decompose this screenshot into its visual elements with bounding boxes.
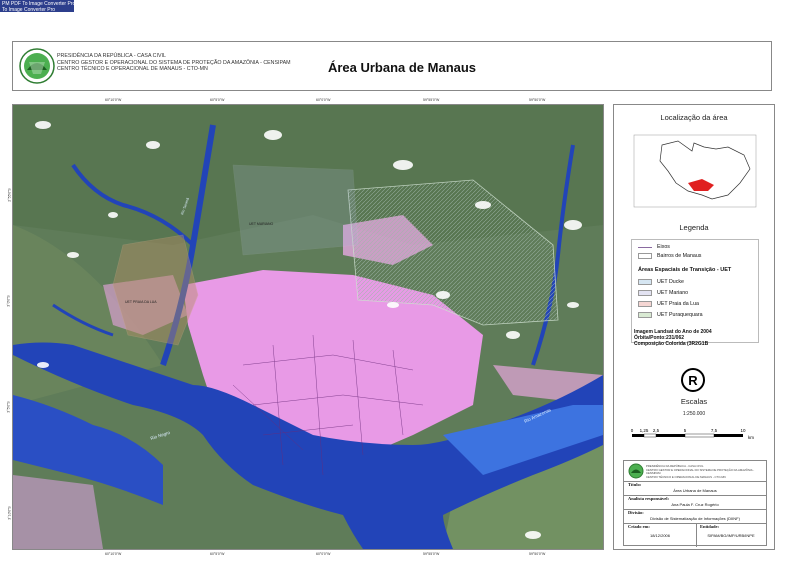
swatch-icon: [638, 301, 652, 307]
legend-item-praia-da-lua: UET Praia da Lua: [638, 301, 699, 307]
image-info-line: Composição Colorida (3R2G1B: [634, 341, 709, 347]
line-swatch-icon: [638, 246, 652, 248]
svg-text:0: 0: [631, 428, 634, 433]
legend-label: Eixos: [657, 244, 670, 250]
location-title: Localização da área: [660, 113, 728, 122]
image-info: Imagem Landsat do Ano de 2004 Órbita/Pon…: [634, 329, 712, 347]
footer-info-box: PRESIDÊNCIA DA REPÚBLICA - CASA CIVIL CE…: [623, 460, 767, 547]
top-tick-label: 59°55'0"W: [423, 98, 440, 102]
legend-label: UET Mariano: [657, 290, 689, 296]
footer-analyst-row: Analista responsável: Ana Paula F. Cruz …: [624, 495, 766, 510]
svg-text:1,25: 1,25: [640, 428, 649, 433]
svg-text:km: km: [748, 435, 754, 440]
uet-praia-label: UET PRAIA DA LUA: [125, 300, 157, 304]
scale-bar: 0 1,25 2,5 5 7,5 10 km: [631, 428, 755, 440]
svg-text:10: 10: [740, 428, 746, 433]
uet-mariano-label: UET MARIANO: [249, 222, 274, 226]
footer-value: Área Urbana de Manaus: [673, 488, 717, 493]
footer-logo-row: PRESIDÊNCIA DA REPÚBLICA - CASA CIVIL CE…: [624, 461, 766, 482]
watermark-line2: To Image Converter Pro: [2, 7, 56, 13]
legend-label: UET Praia da Lua: [657, 301, 700, 307]
svg-text:R: R: [688, 373, 698, 388]
swatch-icon: [638, 290, 652, 296]
swatch-icon: [638, 312, 652, 318]
bottom-tick-label: 60°5'0"W: [210, 552, 225, 556]
top-tick-label: 60°0'0"W: [316, 98, 331, 102]
svg-text:2,5: 2,5: [653, 428, 660, 433]
legend-label: Bairros de Manaus: [657, 253, 702, 259]
footer-title-row: Título: Área Urbana de Manaus: [624, 481, 766, 496]
footer-label: Título:: [628, 482, 642, 487]
legend-label: UET Puraquequara: [657, 312, 703, 318]
location-inset-map: [633, 134, 757, 208]
footer-label: Criado em:: [628, 524, 650, 529]
bottom-tick-label: 60°0'0"W: [316, 552, 331, 556]
institution-line: PRESIDÊNCIA DA REPÚBLICA - CASA CIVIL: [57, 53, 166, 59]
footer-label: Divisão:: [628, 510, 644, 515]
footer-value: 18/12/2006: [649, 533, 671, 538]
bottom-tick-label: 60°10'0"W: [105, 552, 122, 556]
left-tick-label: 3°10'0"S: [7, 506, 12, 520]
top-tick-label: 60°10'0"W: [105, 98, 122, 102]
svg-text:5: 5: [684, 428, 687, 433]
top-tick-label: 60°5'0"W: [210, 98, 225, 102]
satellite-map-image: Rio Negro Rio Amazonas UET PRAIA DA LUA …: [13, 105, 603, 549]
legend-label: UET Ducke: [657, 279, 684, 285]
watermark-banner: PM PDF To Image Converter Pro To Image C…: [0, 0, 75, 13]
page-title: Área Urbana de Manaus: [327, 60, 477, 75]
legend-item-mariano: UET Mariano: [638, 290, 688, 296]
bottom-tick-label: 59°50'0"W: [529, 552, 546, 556]
legend-item-bairros: Bairros de Manaus: [638, 253, 701, 259]
north-arrow-icon: R: [681, 368, 705, 392]
footer-bottom-row: Criado em: 18/12/2006 Entidade: SIPAM/BG…: [624, 523, 766, 547]
footer-division-row: Divisão: Divisão de Sistematização de In…: [624, 509, 766, 524]
legend-item-ducke: UET Ducke: [638, 279, 684, 285]
footer-label: Entidade:: [700, 524, 720, 529]
footer-label: Analista responsável:: [628, 496, 670, 501]
uet-heading: Áreas Espaciais de Transição - UET: [638, 267, 732, 273]
bottom-tick-label: 59°55'0"W: [423, 552, 440, 556]
legend-title: Legenda: [679, 223, 709, 232]
footer-value: SIPAM/BG/IMP/URB/INPE: [707, 533, 755, 538]
swatch-icon: [638, 279, 652, 285]
top-tick-label: 59°50'0"W: [529, 98, 546, 102]
svg-text:7,5: 7,5: [711, 428, 718, 433]
footer-institution: PRESIDÊNCIA DA REPÚBLICA - CASA CIVIL CE…: [646, 464, 755, 479]
scale-title: Escalas: [680, 397, 708, 406]
main-map[interactable]: Rio Negro Rio Amazonas UET PRAIA DA LUA …: [7, 98, 604, 556]
left-tick-label: 2°55'0"S: [7, 188, 12, 202]
footer-value: Ana Paula F. Cruz Rogério: [671, 502, 719, 507]
scale-ratio: 1:250.000: [682, 411, 706, 417]
header-panel: PRESIDÊNCIA DA REPÚBLICA - CASA CIVIL CE…: [12, 41, 772, 91]
legend-box: Eixos Bairros de Manaus Áreas Espaciais …: [631, 239, 759, 343]
legend-item-eixos: Eixos: [638, 244, 670, 250]
legend-item-puraquequara: UET Puraquequara: [638, 312, 703, 318]
left-tick-label: 3°0'0"S: [6, 295, 11, 307]
footer-value: Divisão de Sistematização de Informações…: [650, 516, 740, 521]
swatch-icon: [638, 253, 652, 259]
left-tick-label: 3°5'0"S: [6, 401, 11, 413]
map-sidebar: Localização da área Legenda Eixos Bairro…: [613, 104, 775, 550]
sipam-small-logo-icon: [628, 463, 644, 479]
